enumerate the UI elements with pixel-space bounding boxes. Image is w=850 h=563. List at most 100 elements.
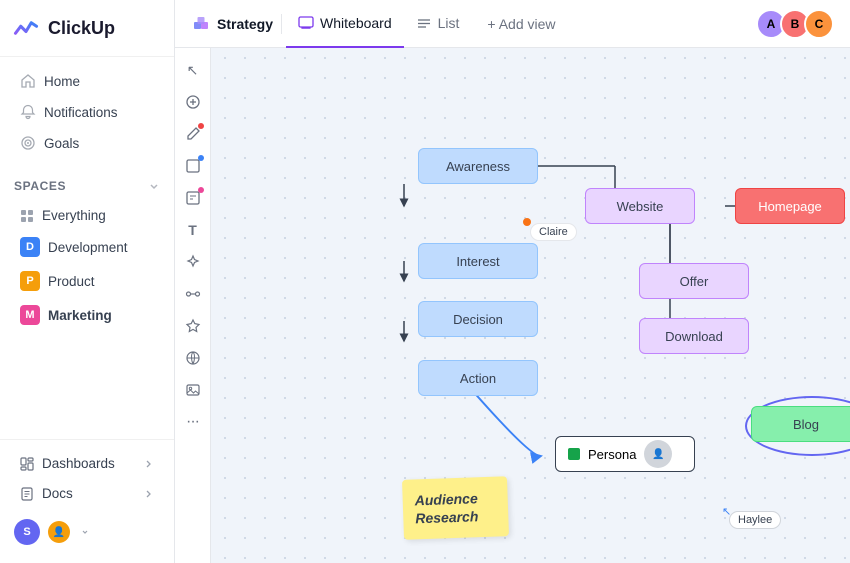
globe-tool[interactable]: [179, 344, 207, 372]
interest-node[interactable]: Interest: [418, 243, 538, 279]
product-label: Product: [48, 274, 95, 289]
blog-label: Blog: [793, 417, 819, 432]
header-avatars: A B C: [756, 9, 834, 39]
list-label: List: [438, 15, 460, 31]
download-label: Download: [665, 329, 723, 344]
pen-tool[interactable]: [179, 120, 207, 148]
spaces-label: Spaces: [14, 179, 66, 193]
strategy-section: Strategy: [191, 14, 281, 34]
awareness-label: Awareness: [446, 159, 510, 174]
sidebar-item-marketing[interactable]: M Marketing: [6, 299, 168, 331]
main-content: Strategy Whiteboard List + Add view: [175, 0, 850, 563]
rect-tool[interactable]: [179, 152, 207, 180]
user-avatar: S: [14, 519, 40, 545]
cursor-tool[interactable]: ↖: [179, 56, 207, 84]
marketing-label: Marketing: [48, 308, 112, 323]
home-icon: [20, 73, 36, 89]
sidebar-nav: Home Notifications Goals: [0, 57, 174, 167]
action-label: Action: [460, 371, 496, 386]
user-avatar2: 👤: [48, 521, 70, 543]
user-chevron-icon: [80, 527, 90, 537]
chevron-down-icon: [148, 180, 160, 192]
avatar-3: C: [804, 9, 834, 39]
sidebar-item-goals[interactable]: Goals: [6, 128, 168, 158]
tab-list[interactable]: List: [404, 0, 472, 48]
sidebar-item-product[interactable]: P Product: [6, 265, 168, 297]
sidebar-item-dashboards[interactable]: Dashboards: [6, 449, 168, 478]
connect-tool[interactable]: [179, 280, 207, 308]
persona-label: Persona: [588, 447, 636, 462]
star-tool[interactable]: [179, 312, 207, 340]
blog-node[interactable]: Blog: [751, 406, 850, 442]
add-view-button[interactable]: + Add view: [475, 0, 567, 48]
homepage-node[interactable]: Homepage: [735, 188, 845, 224]
text-tool[interactable]: T: [179, 216, 207, 244]
whiteboard-label: Whiteboard: [320, 15, 392, 31]
sidebar-user[interactable]: S 👤: [0, 509, 174, 555]
toolbar: ↖ T: [175, 48, 211, 563]
website-label: Website: [617, 199, 664, 214]
header-divider: [281, 14, 282, 34]
strategy-label: Strategy: [217, 16, 273, 32]
marketing-badge: M: [20, 305, 40, 325]
decision-node[interactable]: Decision: [418, 301, 538, 337]
header: Strategy Whiteboard List + Add view: [175, 0, 850, 48]
development-badge: D: [20, 237, 40, 257]
whiteboard-icon: [298, 15, 314, 31]
claire-label: Claire: [539, 226, 568, 238]
sticky-label: AudienceResearch: [414, 490, 478, 526]
persona-node[interactable]: Persona 👤: [555, 436, 695, 472]
website-node[interactable]: Website: [585, 188, 695, 224]
list-icon: [416, 15, 432, 31]
spaces-section: Spaces: [0, 171, 174, 201]
sidebar-bottom: Dashboards Docs S 👤: [0, 439, 174, 563]
homepage-label: Homepage: [758, 199, 822, 214]
persona-dot: [568, 448, 580, 460]
sidebar-item-docs[interactable]: Docs: [6, 479, 168, 508]
app-name: ClickUp: [48, 18, 115, 39]
sidebar-item-development[interactable]: D Development: [6, 231, 168, 263]
cursor-claire: Claire: [530, 223, 577, 241]
everything-label: Everything: [42, 208, 106, 223]
tab-whiteboard[interactable]: Whiteboard: [286, 0, 404, 48]
dashboards-icon: [20, 457, 34, 471]
persona-avatar: 👤: [644, 440, 672, 468]
magic-tool[interactable]: [179, 248, 207, 276]
haylee-label: Haylee: [738, 514, 772, 526]
sidebar-item-everything[interactable]: Everything: [6, 202, 168, 229]
sidebar-item-home[interactable]: Home: [6, 66, 168, 96]
whiteboard-canvas[interactable]: ↖ T: [175, 48, 850, 563]
docs-icon: [20, 487, 34, 501]
download-node[interactable]: Download: [639, 318, 749, 354]
goals-label: Goals: [44, 136, 79, 151]
sidebar: ClickUp Home Notifications Goals Spaces: [0, 0, 175, 563]
notifications-label: Notifications: [44, 105, 118, 120]
sticky-note[interactable]: AudienceResearch: [402, 476, 509, 540]
bell-icon: [20, 104, 36, 120]
home-label: Home: [44, 74, 80, 89]
offer-label: Offer: [680, 274, 709, 289]
grid-icon: [20, 209, 34, 223]
clickup-logo-icon: [12, 14, 40, 42]
interest-label: Interest: [456, 254, 499, 269]
image-tool[interactable]: [179, 376, 207, 404]
more-tool[interactable]: ···: [179, 408, 207, 436]
action-node[interactable]: Action: [418, 360, 538, 396]
docs-label: Docs: [42, 486, 73, 501]
target-icon: [20, 135, 36, 151]
note-tool[interactable]: [179, 184, 207, 212]
dashboards-chevron-icon: [142, 458, 154, 470]
sidebar-item-notifications[interactable]: Notifications: [6, 97, 168, 127]
development-label: Development: [48, 240, 128, 255]
claire-cursor: [523, 218, 531, 226]
cursor-haylee: Haylee: [729, 511, 781, 529]
product-badge: P: [20, 271, 40, 291]
sidebar-logo[interactable]: ClickUp: [0, 0, 174, 57]
haylee-cursor: ↖: [722, 505, 731, 518]
offer-node[interactable]: Offer: [639, 263, 749, 299]
decision-label: Decision: [453, 312, 503, 327]
add-tool[interactable]: [179, 88, 207, 116]
awareness-node[interactable]: Awareness: [418, 148, 538, 184]
docs-chevron-icon: [142, 488, 154, 500]
strategy-icon: [191, 14, 211, 34]
